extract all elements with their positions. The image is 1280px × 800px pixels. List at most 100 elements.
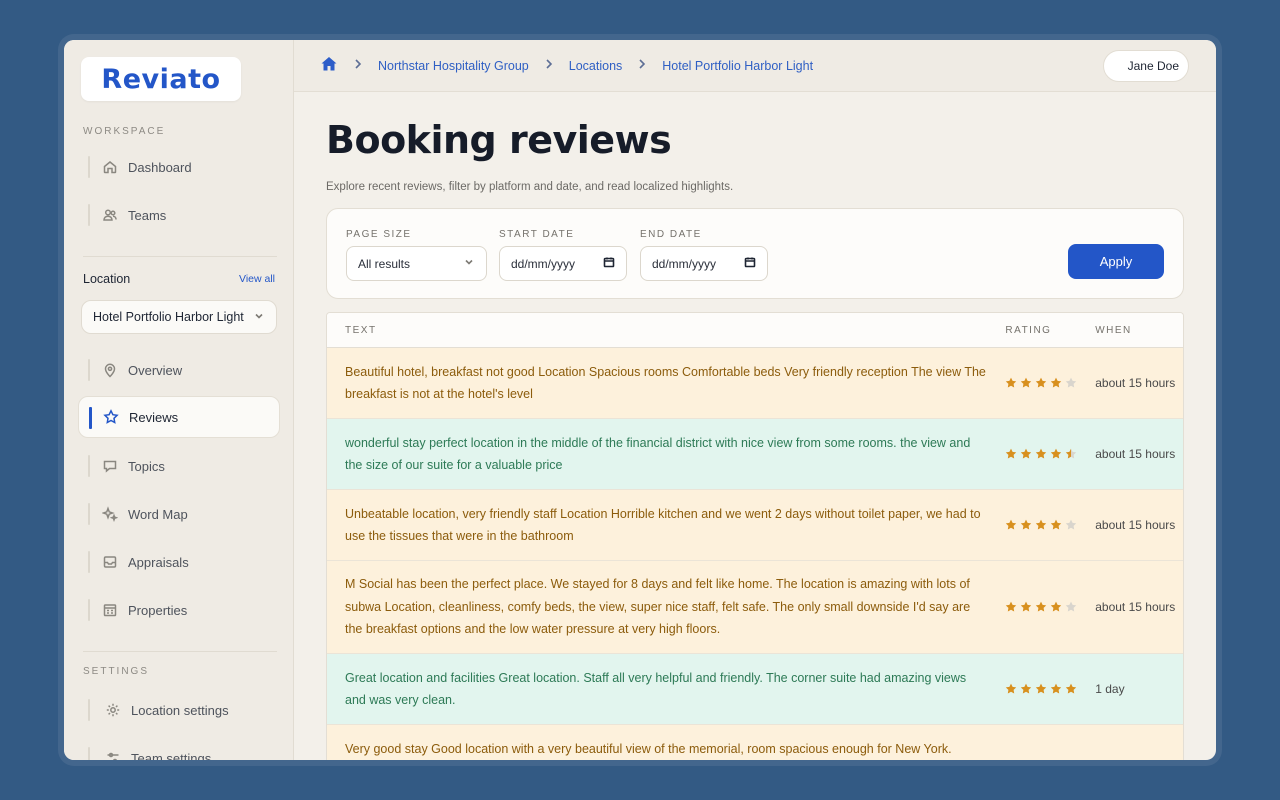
review-text: wonderful stay perfect location in the m… (345, 435, 971, 473)
table-row[interactable]: wonderful stay perfect location in the m… (327, 419, 1183, 490)
users-icon (102, 207, 118, 223)
sidebar-item-label: Properties (128, 602, 188, 618)
table-body: Beautiful hotel, breakfast not good Loca… (327, 348, 1183, 760)
star-icon (1021, 683, 1032, 694)
table-row[interactable]: Great location and facilities Great loca… (327, 654, 1183, 725)
star-icon (1006, 683, 1017, 694)
star-icon (1021, 601, 1032, 612)
page-size-label: PAGE SIZE (346, 229, 412, 240)
sidebar-item-properties[interactable]: Properties (78, 589, 280, 631)
column-header-when[interactable]: WHEN (1095, 325, 1183, 336)
brand-logo[interactable]: Reviato (81, 57, 241, 101)
brand-name: Reviato (101, 63, 221, 95)
star-icon (1036, 683, 1047, 694)
star-icon (1066, 683, 1077, 694)
chevron-right-icon (529, 57, 569, 74)
chat-bubble-icon (102, 458, 118, 474)
page-subtitle: Explore recent reviews, filter by platfo… (326, 181, 734, 193)
rating-stars (1005, 448, 1095, 460)
top-bar: Northstar Hospitality Group Locations Ho… (294, 40, 1216, 92)
start-date-group: START DATE dd/mm/yyyy (499, 229, 627, 281)
chevron-right-icon (338, 57, 378, 74)
table-row[interactable]: M Social has been the perfect place. We … (327, 561, 1183, 654)
view-all-link[interactable]: View all (239, 273, 275, 285)
star-icon (1051, 448, 1062, 459)
apply-button[interactable]: Apply (1068, 244, 1164, 279)
sidebar-item-reviews[interactable]: Reviews (78, 396, 280, 438)
sidebar-item-dashboard[interactable]: Dashboard (78, 146, 280, 188)
rating-stars (1005, 377, 1095, 389)
sidebar-item-teams[interactable]: Teams (78, 194, 280, 236)
review-text: Beautiful hotel, breakfast not good Loca… (345, 364, 986, 402)
sidebar-item-label: Dashboard (128, 159, 192, 175)
star-icon (1051, 377, 1062, 388)
sidebar-item-overview[interactable]: Overview (78, 349, 280, 391)
star-icon (1066, 519, 1077, 530)
review-text: Unbeatable location, very friendly staff… (345, 506, 981, 544)
sidebar-divider (83, 256, 277, 257)
star-icon (103, 409, 119, 425)
breadcrumb-item[interactable]: Northstar Hospitality Group (378, 59, 529, 73)
rating-stars (1005, 519, 1095, 531)
star-icon (1066, 377, 1077, 388)
breadcrumb-item[interactable]: Hotel Portfolio Harbor Light (662, 59, 813, 73)
page-title: Booking reviews (326, 118, 672, 162)
table-header: TEXT RATING WHEN (327, 313, 1183, 348)
sliders-icon (105, 750, 121, 760)
location-select-value: Hotel Portfolio Harbor Light (93, 310, 244, 324)
page-size-group: PAGE SIZE All results (346, 229, 487, 281)
review-when: about 15 hours (1095, 600, 1176, 614)
column-header-rating[interactable]: RATING (1005, 325, 1095, 336)
star-icon (1006, 601, 1017, 612)
start-date-input[interactable]: dd/mm/yyyy (499, 246, 627, 281)
inbox-icon (102, 554, 118, 570)
table-row[interactable]: Beautiful hotel, breakfast not good Loca… (327, 348, 1183, 419)
location-label: Location (83, 272, 131, 286)
sidebar-divider (83, 651, 277, 652)
sparkles-icon (102, 506, 118, 522)
sidebar-item-label: Teams (128, 207, 167, 223)
sidebar-item-topics[interactable]: Topics (78, 445, 280, 487)
map-pin-icon (102, 362, 118, 378)
star-icon (1036, 377, 1047, 388)
user-name: Jane Doe (1127, 59, 1179, 73)
sidebar-item-label: Location settings (131, 702, 229, 718)
star-icon (1021, 448, 1032, 459)
table-row[interactable]: Very good stay Good location with a very… (327, 725, 1183, 760)
breadcrumb-item[interactable]: Locations (569, 59, 623, 73)
sidebar-item-word-map[interactable]: Word Map (78, 493, 280, 535)
sidebar-item-team-settings[interactable]: Team settings (78, 737, 280, 760)
sidebar-item-label: Reviews (129, 409, 179, 425)
page-size-select[interactable]: All results (346, 246, 487, 281)
end-date-input[interactable]: dd/mm/yyyy (640, 246, 768, 281)
rating-stars (1005, 683, 1095, 695)
sidebar-item-label: Overview (128, 362, 183, 378)
table-row[interactable]: Unbeatable location, very friendly staff… (327, 490, 1183, 561)
sidebar-item-appraisals[interactable]: Appraisals (78, 541, 280, 583)
calendar-icon[interactable] (744, 256, 756, 271)
home-icon[interactable] (320, 55, 338, 76)
star-icon (1066, 601, 1077, 612)
chevron-down-icon (253, 310, 265, 325)
star-icon (1036, 519, 1047, 530)
star-icon (1036, 448, 1047, 459)
column-header-text[interactable]: TEXT (327, 325, 1005, 336)
app-window: Reviato WORKSPACE Dashboard Teams Locati… (64, 40, 1216, 760)
start-date-value: dd/mm/yyyy (511, 256, 576, 271)
filter-panel: PAGE SIZE All results START DATE dd/mm/y… (326, 208, 1184, 299)
settings-section-label: SETTINGS (83, 666, 150, 677)
rating-stars (1005, 601, 1095, 613)
sidebar-item-label: Topics (128, 458, 165, 474)
user-menu-button[interactable]: Jane Doe (1103, 50, 1189, 82)
start-date-label: START DATE (499, 229, 575, 240)
sidebar-item-location-settings[interactable]: Location settings (78, 689, 280, 731)
gear-icon (105, 702, 121, 718)
end-date-label: END DATE (640, 229, 702, 240)
star-icon (1006, 448, 1017, 459)
sidebar-item-label: Word Map (128, 506, 188, 522)
sidebar-item-label: Team settings (131, 750, 212, 761)
location-select[interactable]: Hotel Portfolio Harbor Light (81, 300, 277, 334)
calendar-icon[interactable] (603, 256, 615, 271)
home-icon (102, 159, 118, 175)
page-size-value: All results (358, 256, 411, 271)
